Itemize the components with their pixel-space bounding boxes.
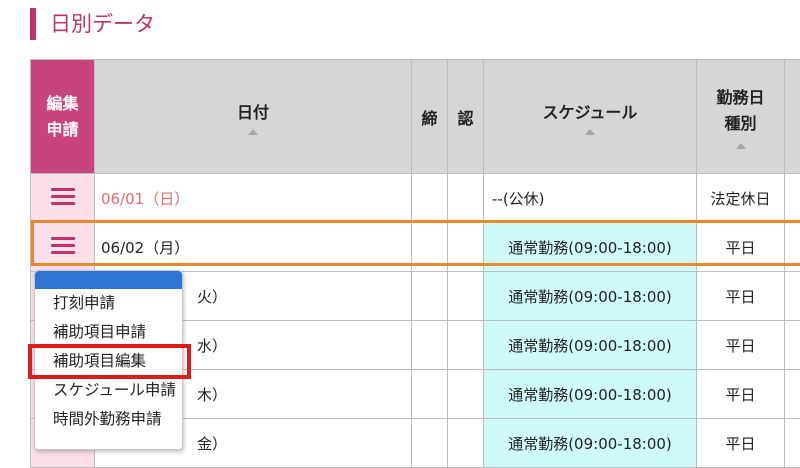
sort-asc-icon bbox=[736, 143, 746, 149]
row-action-menu: 打刻申請 補助項目申請 補助項目編集 スケジュール申請 時間外勤務申請 bbox=[34, 270, 183, 450]
header-edit-request: 編集 申請 bbox=[31, 60, 95, 174]
header-close: 締 bbox=[412, 60, 448, 174]
row-daytype: 平日 bbox=[697, 272, 785, 321]
header-daytype-line2: 種別 bbox=[724, 114, 756, 133]
row-daytype: 法定休日 bbox=[697, 174, 785, 223]
header-extra bbox=[785, 60, 800, 174]
row-extra bbox=[785, 272, 800, 321]
row-schedule: --(公休) bbox=[484, 174, 697, 223]
row-approve bbox=[448, 272, 484, 321]
row-menu-cell bbox=[31, 174, 95, 223]
row-daytype: 平日 bbox=[697, 370, 785, 419]
header-edit-line2: 申請 bbox=[46, 120, 78, 139]
row-daytype: 平日 bbox=[697, 223, 785, 272]
row-approve bbox=[448, 419, 484, 468]
row-date: 06/01（日） bbox=[95, 174, 412, 223]
hamburger-menu-icon[interactable] bbox=[51, 184, 75, 209]
header-schedule[interactable]: スケジュール bbox=[484, 60, 697, 174]
header-edit-line1: 編集 bbox=[46, 94, 78, 113]
section-title: 日別データ bbox=[30, 8, 155, 40]
sort-asc-icon bbox=[585, 129, 595, 135]
sort-asc-icon bbox=[248, 129, 258, 135]
menu-item-overtime-request[interactable]: 時間外勤務申請 bbox=[35, 405, 182, 434]
row-close bbox=[412, 223, 448, 272]
row-close bbox=[412, 321, 448, 370]
header-daytype-line1: 勤務日 bbox=[716, 88, 764, 107]
row-schedule: 通常勤務(09:00-18:00) bbox=[484, 370, 697, 419]
menu-item-punch-request[interactable]: 打刻申請 bbox=[35, 289, 182, 318]
header-date[interactable]: 日付 bbox=[95, 60, 412, 174]
header-approve: 認 bbox=[448, 60, 484, 174]
row-schedule: 通常勤務(09:00-18:00) bbox=[484, 419, 697, 468]
menu-item-schedule-request[interactable]: スケジュール申請 bbox=[35, 376, 182, 405]
row-extra bbox=[785, 370, 800, 419]
row-schedule: 通常勤務(09:00-18:00) bbox=[484, 223, 697, 272]
header-schedule-label: スケジュール bbox=[543, 103, 638, 122]
row-extra bbox=[785, 419, 800, 468]
row-close bbox=[412, 174, 448, 223]
header-close-label: 締 bbox=[421, 109, 437, 128]
row-approve bbox=[448, 370, 484, 419]
row-daytype: 平日 bbox=[697, 321, 785, 370]
row-approve bbox=[448, 321, 484, 370]
row-approve bbox=[448, 223, 484, 272]
row-schedule: 通常勤務(09:00-18:00) bbox=[484, 272, 697, 321]
row-close bbox=[412, 272, 448, 321]
header-date-label: 日付 bbox=[237, 103, 269, 122]
row-menu-cell bbox=[31, 223, 95, 272]
row-daytype: 平日 bbox=[697, 419, 785, 468]
row-approve bbox=[448, 174, 484, 223]
row-close bbox=[412, 370, 448, 419]
row-date: 06/02（月） bbox=[95, 223, 412, 272]
row-extra bbox=[785, 321, 800, 370]
table-header-row: 編集 申請 日付 締 認 スケジュール 勤務日 種別 bbox=[31, 60, 800, 174]
table-row: 06/01（日） --(公休) 法定休日 bbox=[31, 174, 800, 223]
menu-item-aux-request[interactable]: 補助項目申請 bbox=[35, 318, 182, 347]
header-approve-label: 認 bbox=[457, 109, 473, 128]
hamburger-menu-icon[interactable] bbox=[51, 233, 75, 258]
row-close bbox=[412, 419, 448, 468]
header-day-type[interactable]: 勤務日 種別 bbox=[697, 60, 785, 174]
menu-item-aux-edit[interactable]: 補助項目編集 bbox=[31, 347, 188, 376]
row-schedule: 通常勤務(09:00-18:00) bbox=[484, 321, 697, 370]
menu-header-bar bbox=[35, 271, 182, 289]
row-extra bbox=[785, 174, 800, 223]
row-extra bbox=[785, 223, 800, 272]
table-row: 06/02（月） 通常勤務(09:00-18:00) 平日 bbox=[31, 223, 800, 272]
